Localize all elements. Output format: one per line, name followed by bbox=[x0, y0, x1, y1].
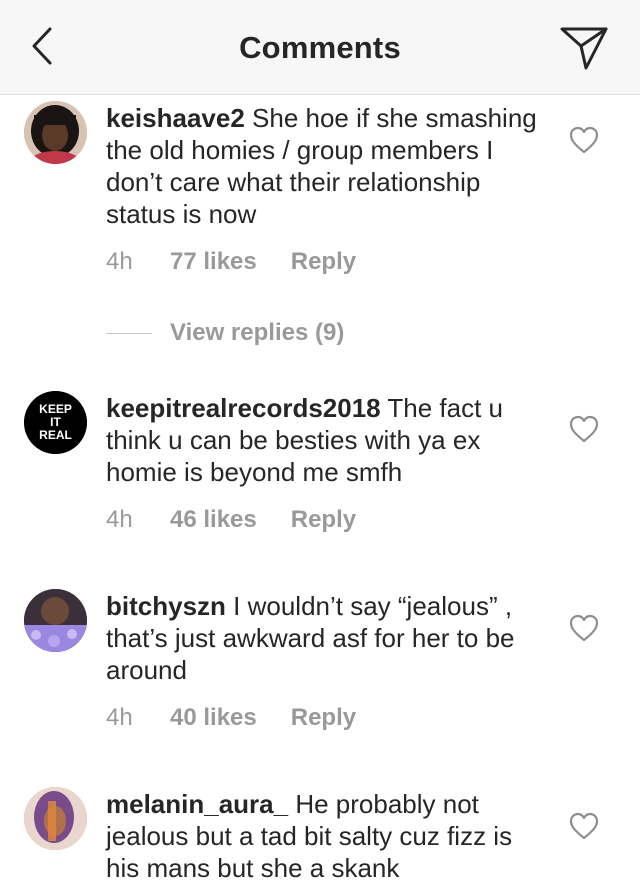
heart-icon[interactable] bbox=[568, 613, 600, 643]
avatar[interactable] bbox=[24, 101, 87, 164]
divider bbox=[106, 332, 152, 334]
comment-username[interactable]: keepitrealrecords2018 bbox=[106, 393, 381, 423]
header-bar: Comments bbox=[0, 0, 640, 95]
svg-text:REAL: REAL bbox=[39, 428, 72, 442]
svg-text:IT: IT bbox=[50, 415, 61, 429]
reply-button[interactable]: Reply bbox=[291, 704, 356, 731]
comment-meta: 4h 40 likes Reply bbox=[106, 704, 356, 732]
page-title: Comments bbox=[239, 30, 401, 65]
heart-icon[interactable] bbox=[568, 414, 600, 444]
reply-button[interactable]: Reply bbox=[291, 506, 356, 533]
comment-text: bitchyszn I wouldn’t say “jealous” , tha… bbox=[106, 590, 546, 686]
comment-username[interactable]: bitchyszn bbox=[106, 591, 226, 621]
svg-text:KEEP: KEEP bbox=[39, 402, 72, 416]
likes-count[interactable]: 40 likes bbox=[170, 704, 257, 732]
avatar[interactable] bbox=[24, 589, 87, 652]
likes-count[interactable]: 77 likes bbox=[170, 248, 257, 276]
paper-plane-icon bbox=[560, 27, 608, 70]
comment-time: 4h bbox=[106, 248, 133, 275]
reply-button[interactable]: Reply bbox=[291, 248, 356, 275]
heart-icon[interactable] bbox=[568, 125, 600, 155]
comment-username[interactable]: keishaave2 bbox=[106, 103, 245, 133]
keep-it-real-logo: KEEP IT REAL bbox=[24, 391, 87, 454]
user-photo-icon bbox=[24, 101, 87, 164]
comment-username[interactable]: melanin_aura_ bbox=[106, 789, 288, 819]
user-photo-icon bbox=[24, 589, 87, 652]
comment-text: keepitrealrecords2018 The fact u think u… bbox=[106, 392, 546, 488]
likes-count[interactable]: 46 likes bbox=[170, 506, 257, 534]
share-button[interactable] bbox=[556, 24, 612, 72]
comment-text: melanin_aura_ He probably not jealous bu… bbox=[106, 788, 546, 884]
view-replies-label: View replies (9) bbox=[170, 319, 345, 346]
heart-icon[interactable] bbox=[568, 811, 600, 841]
view-replies-button[interactable]: View replies (9) bbox=[106, 316, 344, 350]
comment-time: 4h bbox=[106, 506, 133, 533]
comment-meta: 4h 77 likes Reply bbox=[106, 248, 356, 276]
comment-meta: 4h 46 likes Reply bbox=[106, 506, 356, 534]
comment-text: keishaave2 She hoe if she smashing the o… bbox=[106, 102, 546, 230]
comment-time: 4h bbox=[106, 704, 133, 731]
avatar[interactable]: KEEP IT REAL bbox=[24, 391, 87, 454]
user-photo-icon bbox=[24, 787, 87, 850]
avatar[interactable] bbox=[24, 787, 87, 850]
